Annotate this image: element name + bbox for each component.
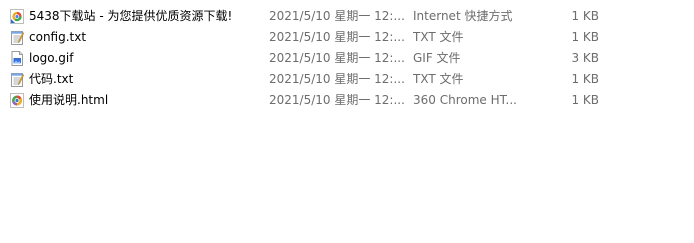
file-size: 1 KB — [571, 9, 599, 23]
text-file-icon — [10, 30, 24, 45]
file-name: config.txt — [29, 30, 87, 44]
file-type: TXT 文件 — [413, 72, 464, 86]
file-date-modified: 2021/5/10 星期一 12:... — [269, 72, 405, 86]
file-type: 360 Chrome HT... — [413, 93, 517, 107]
browser-html-icon — [10, 93, 24, 108]
file-row[interactable]: logo.gif 2021/5/10 星期一 12:... GIF 文件 3 K… — [0, 48, 694, 69]
file-size: 1 KB — [571, 93, 599, 107]
file-row[interactable]: 5438下载站 - 为您提供优质资源下载! 2021/5/10 星期一 12:.… — [0, 6, 694, 27]
file-date-modified: 2021/5/10 星期一 12:... — [269, 93, 405, 107]
file-row[interactable]: config.txt 2021/5/10 星期一 12:... TXT 文件 1… — [0, 27, 694, 48]
file-name: 代码.txt — [29, 72, 74, 86]
image-file-icon — [10, 51, 24, 66]
file-size: 1 KB — [571, 72, 599, 86]
internet-shortcut-icon — [10, 9, 24, 24]
file-name: 使用说明.html — [29, 93, 109, 107]
file-type: TXT 文件 — [413, 30, 464, 44]
file-name: 5438下载站 - 为您提供优质资源下载! — [29, 9, 233, 23]
file-row[interactable]: 使用说明.html 2021/5/10 星期一 12:... 360 Chrom… — [0, 90, 694, 111]
file-date-modified: 2021/5/10 星期一 12:... — [269, 9, 405, 23]
file-list: 5438下载站 - 为您提供优质资源下载! 2021/5/10 星期一 12:.… — [0, 6, 694, 111]
file-type: GIF 文件 — [413, 51, 461, 65]
file-date-modified: 2021/5/10 星期一 12:... — [269, 51, 405, 65]
file-size: 1 KB — [571, 30, 599, 44]
file-size: 3 KB — [571, 51, 599, 65]
text-file-icon — [10, 72, 24, 87]
file-row[interactable]: 代码.txt 2021/5/10 星期一 12:... TXT 文件 1 KB — [0, 69, 694, 90]
file-type: Internet 快捷方式 — [413, 9, 513, 23]
file-name: logo.gif — [29, 51, 74, 65]
file-date-modified: 2021/5/10 星期一 12:... — [269, 30, 405, 44]
